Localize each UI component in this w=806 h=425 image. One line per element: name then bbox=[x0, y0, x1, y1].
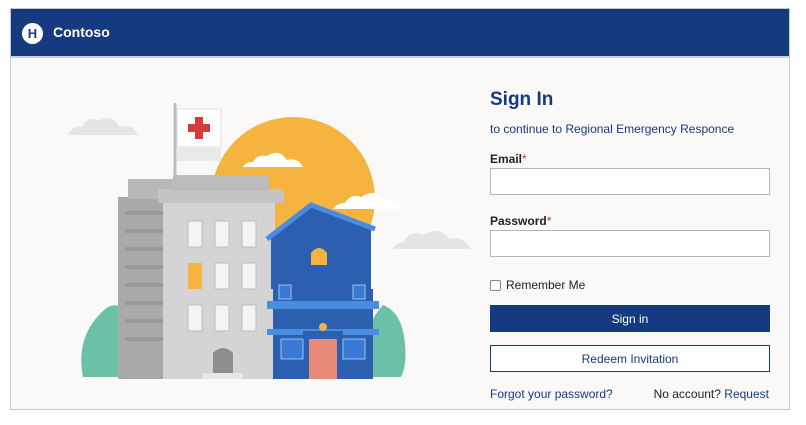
password-field[interactable] bbox=[490, 230, 770, 257]
redeem-invitation-button[interactable]: Redeem Invitation bbox=[490, 345, 770, 372]
no-account-text: No account? bbox=[653, 387, 721, 401]
sign-in-subtitle: to continue to Regional Emergency Respon… bbox=[490, 122, 735, 136]
remember-me-checkbox[interactable] bbox=[490, 280, 501, 292]
lit-window bbox=[188, 263, 202, 289]
required-marker: * bbox=[546, 214, 552, 228]
sign-in-button[interactable]: Sign in bbox=[490, 305, 770, 332]
hospital-illustration-image bbox=[68, 103, 471, 379]
required-marker: * bbox=[522, 152, 527, 166]
page-frame: H Contoso Sign In to continue to Regiona… bbox=[10, 8, 790, 410]
request-account-link[interactable]: Request bbox=[724, 387, 769, 401]
email-label: Email* bbox=[490, 152, 527, 166]
logo-icon: H bbox=[22, 23, 43, 44]
forgot-password-link[interactable]: Forgot your password? bbox=[490, 387, 613, 401]
top-bar: H Contoso bbox=[11, 9, 789, 58]
password-label: Password* bbox=[490, 214, 552, 228]
remember-me-label[interactable]: Remember Me bbox=[506, 278, 585, 292]
email-field[interactable] bbox=[490, 168, 770, 195]
no-account-row: No account? Request bbox=[654, 387, 769, 401]
remember-me-row: Remember Me bbox=[490, 278, 585, 292]
sign-in-heading: Sign In bbox=[490, 89, 554, 110]
brand-name: Contoso bbox=[53, 24, 110, 40]
